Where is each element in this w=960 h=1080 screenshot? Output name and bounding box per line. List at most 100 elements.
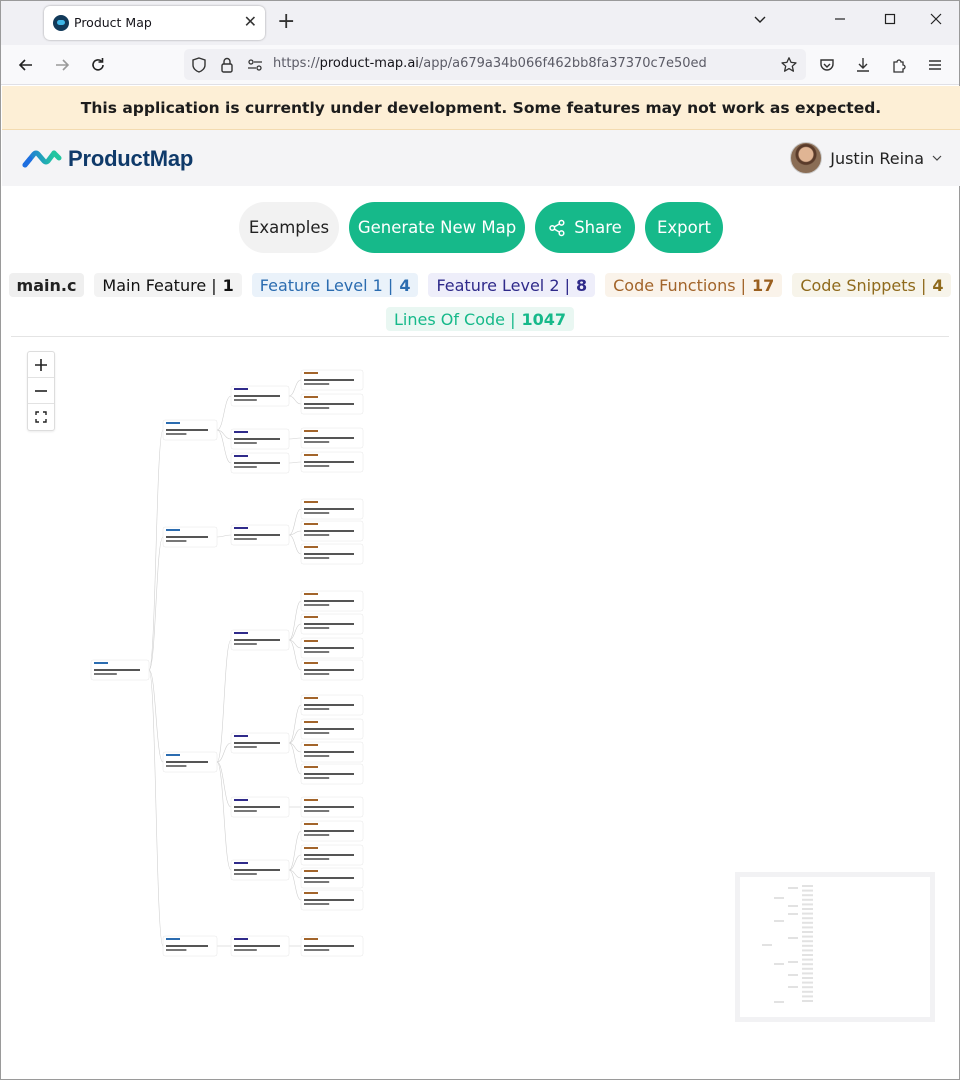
code-function-node-label: [304, 877, 354, 879]
feature-level-2-node-label-line: [234, 399, 257, 401]
logo-text: ProductMap: [68, 146, 194, 171]
code-function-node-label-line: [304, 673, 330, 675]
minimap[interactable]: [735, 872, 935, 1022]
export-button[interactable]: Export: [645, 202, 723, 253]
code-function-node-label: [304, 461, 354, 463]
fit-view-button[interactable]: [28, 404, 54, 430]
maximize-window-icon[interactable]: [883, 11, 897, 31]
tree-edge: [148, 429, 164, 671]
code-function-node-label-line: [304, 604, 330, 606]
product-map-canvas[interactable]: [11, 337, 949, 1077]
feature-level-1-node-label-line: [166, 949, 187, 951]
close-window-icon[interactable]: [929, 11, 943, 31]
feature-level-2-node-tag: [234, 799, 248, 801]
bookmark-star-icon[interactable]: [780, 56, 798, 74]
share-icon: [549, 219, 565, 236]
user-menu[interactable]: Justin Reina: [790, 142, 942, 174]
code-function-node-label-line: [304, 651, 330, 653]
download-icon[interactable]: [852, 54, 874, 76]
feature-level-2-node-tag: [234, 735, 248, 737]
avatar[interactable]: [790, 142, 823, 174]
code-function-node-label: [304, 623, 354, 625]
main-feature-node-label: [94, 669, 140, 671]
feature-level-2-node-label: [234, 742, 280, 744]
feature-level-1-node-label: [166, 945, 208, 947]
minimap-node: [788, 986, 798, 988]
forward-arrow-icon[interactable]: [51, 54, 73, 76]
minimap-leaf: [802, 931, 813, 933]
code-function-node-tag: [304, 799, 318, 801]
feature-level-1-node-tag: [166, 754, 180, 756]
code-function-node-label-line: [304, 512, 330, 514]
feature-level-2-node-label: [234, 462, 280, 464]
examples-button[interactable]: Examples: [239, 202, 339, 253]
tab-close-icon[interactable]: ✕: [244, 13, 257, 31]
tree-edge: [288, 869, 302, 901]
new-tab-button[interactable]: +: [277, 9, 295, 35]
code-function-node-tag: [304, 372, 318, 374]
zoom-out-button[interactable]: [28, 378, 54, 404]
site-permissions-icon[interactable]: [246, 56, 264, 74]
generate-new-map-button[interactable]: Generate New Map: [349, 202, 525, 253]
code-function-node-label: [304, 899, 354, 901]
code-function-node-label-line: [304, 834, 330, 836]
reload-icon[interactable]: [87, 54, 109, 76]
tree-edge: [216, 395, 232, 431]
minimap-node: [774, 963, 784, 965]
minimap-leaf: [802, 912, 813, 915]
code-function-node-label-line: [304, 708, 330, 710]
url-bar[interactable]: https://product-map.ai/app/a679a34b066f4…: [184, 49, 806, 80]
code-function-node-tag: [304, 616, 318, 618]
pocket-icon[interactable]: [816, 54, 838, 76]
tree-edge: [288, 830, 302, 871]
feature-level-1-node-label-line: [166, 540, 187, 542]
chevron-down-icon[interactable]: [932, 153, 942, 163]
minimize-window-icon[interactable]: [833, 11, 847, 31]
code-function-node-label: [304, 553, 354, 555]
browser-tab[interactable]: Product Map ✕: [44, 6, 265, 40]
minimap-leaf: [802, 944, 813, 947]
browser-window: Product Map ✕ + https://product-map.ai/a…: [0, 0, 960, 1080]
feature-level-2-node-label: [234, 438, 280, 440]
feature-level-2-node-tag: [234, 632, 248, 634]
code-function-node-label-line: [304, 810, 330, 812]
code-function-node-label-line: [304, 557, 330, 559]
minimap-node: [774, 920, 784, 922]
hamburger-menu-icon[interactable]: [924, 54, 946, 76]
code-function-node-label-line: [304, 881, 330, 883]
feature-level-2-node-label: [234, 806, 280, 808]
feature-level-1-node-label-line: [166, 433, 187, 435]
fit-view-icon: [35, 411, 47, 423]
minimap-leaf: [802, 898, 813, 901]
user-name[interactable]: Justin Reina: [830, 149, 924, 168]
tree-edge: [216, 761, 232, 871]
minimap-node: [788, 937, 798, 939]
tab-list-chevron-icon[interactable]: [753, 11, 767, 31]
lock-icon[interactable]: [218, 56, 236, 74]
tree-edge: [216, 761, 232, 808]
tree-edge: [288, 534, 302, 555]
productmap-logo[interactable]: ProductMap: [22, 146, 193, 172]
code-function-node-tag: [304, 454, 318, 456]
extensions-icon[interactable]: [888, 54, 910, 76]
file-name-chip: main.c: [8, 273, 85, 297]
feature-level-2-node-label-line: [234, 643, 257, 645]
back-arrow-icon[interactable]: [15, 54, 37, 76]
share-button[interactable]: Share: [535, 202, 635, 253]
code-function-node-tag: [304, 396, 318, 398]
tree-edge: [288, 623, 302, 641]
code-function-node-tag: [304, 697, 318, 699]
minimap-leaf: [802, 903, 813, 906]
code-function-node-label: [304, 508, 354, 510]
feature-level-2-node-label-line: [234, 873, 257, 875]
code-function-node-label: [304, 437, 354, 439]
zoom-in-button[interactable]: [28, 352, 54, 378]
feature-level-1-node-tag: [166, 422, 180, 424]
minimap-leaf: [802, 940, 813, 943]
code-function-node-label-line: [304, 949, 330, 951]
shield-icon[interactable]: [190, 56, 208, 74]
code-function-node-label: [304, 379, 354, 381]
minimap-leaf: [802, 885, 813, 887]
development-banner: This application is currently under deve…: [2, 86, 960, 130]
minimap-node: [788, 961, 798, 963]
